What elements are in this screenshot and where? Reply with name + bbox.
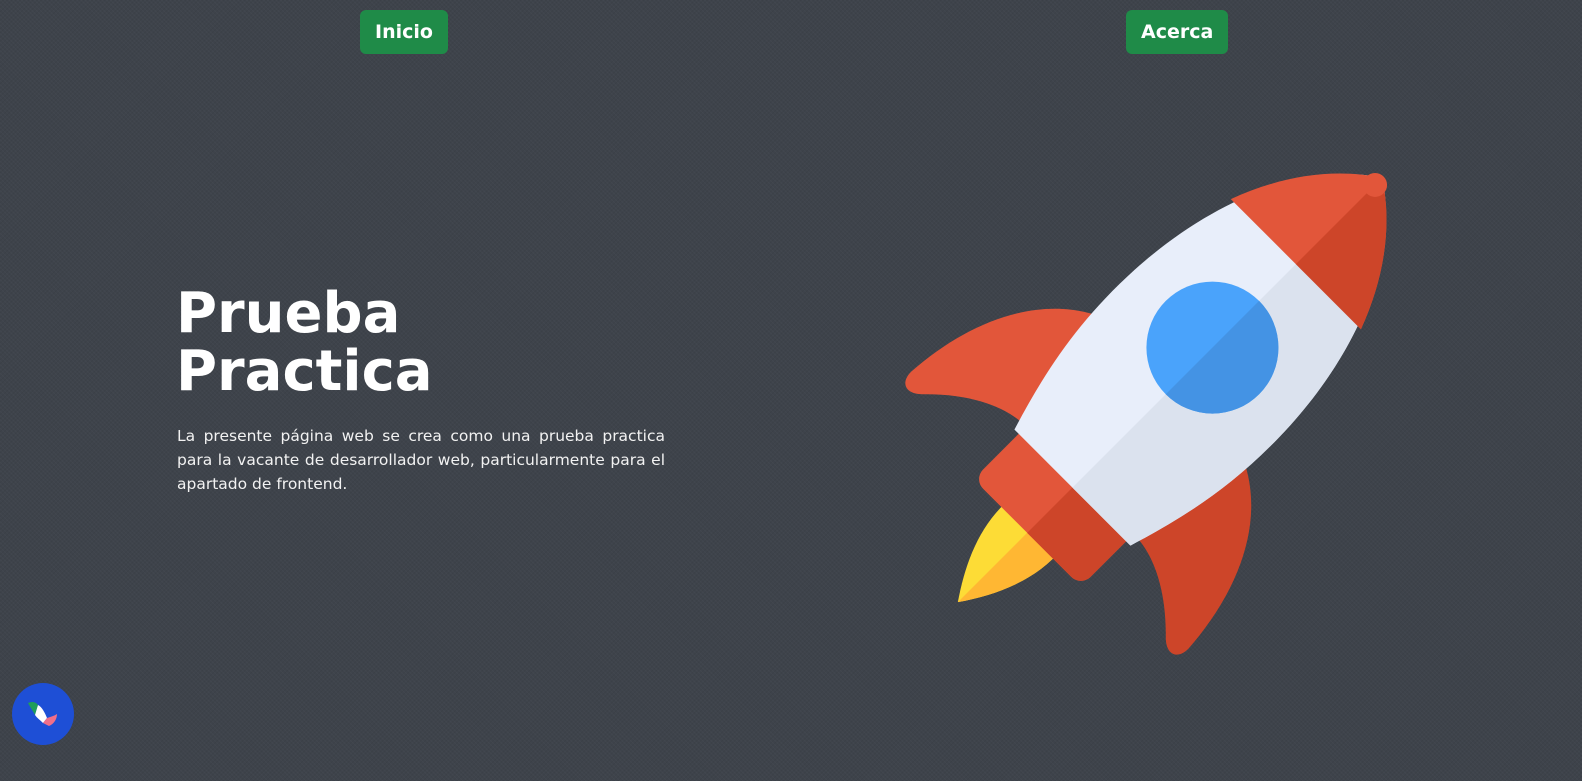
title-line-2: Practica (176, 339, 433, 404)
top-nav: Inicio Acerca (0, 0, 1582, 62)
page-title: Prueba Practica (176, 285, 576, 401)
floating-action-button[interactable] (12, 683, 74, 745)
title-line-1: Prueba (176, 281, 401, 346)
hero-description: La presente página web se crea como una … (177, 427, 665, 493)
rocket-icon (905, 172, 1388, 655)
inicio-button[interactable]: Inicio (360, 10, 448, 54)
acerca-button[interactable]: Acerca (1126, 10, 1229, 54)
mexico-map-icon (28, 701, 57, 726)
